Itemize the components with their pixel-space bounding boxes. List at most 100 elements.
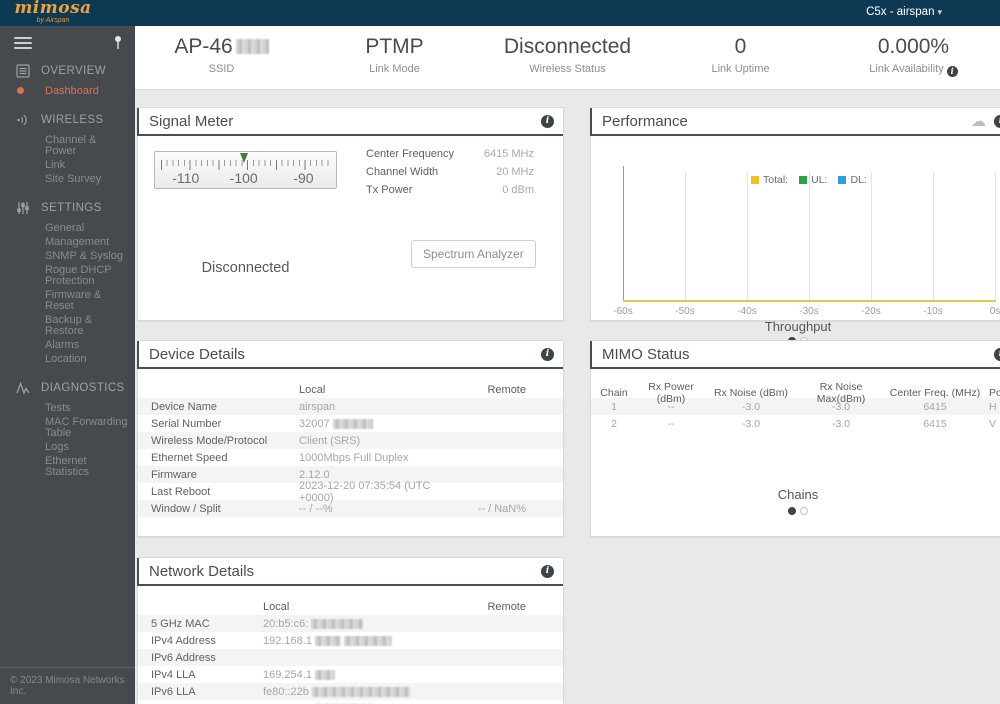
sidebar-footer-divider: [0, 667, 135, 668]
table-row: Last Reboot 2023-12-20 07:35:54 (UTC +00…: [151, 479, 431, 504]
link-availability-label: Link Availability: [869, 63, 944, 75]
table-row: mDNS Address device-46: [138, 700, 563, 704]
logo-text: mimosa: [14, 0, 92, 18]
table-row: Serial Number 32007: [138, 415, 563, 432]
table-row: IPv6 LLA fe80::22b: [138, 683, 563, 700]
redacted-ipv6-lla: [311, 686, 410, 697]
sidebar-item-rogue-dhcp[interactable]: Rogue DHCP Protection: [0, 263, 135, 288]
table-row: Wireless Mode/Protocol Client (SRS): [138, 432, 563, 449]
sidebar-item-location[interactable]: Location: [0, 352, 135, 366]
table-row: Device Name airspan: [138, 398, 563, 415]
info-icon[interactable]: [994, 114, 1000, 128]
sidebar-item-link[interactable]: Link: [0, 158, 135, 172]
mimo-status-title: MIMO Status: [602, 345, 690, 363]
sidebar-item-logs[interactable]: Logs: [0, 440, 135, 454]
table-row: IPv6 Address: [138, 649, 563, 666]
signal-details: Center Frequency 6415 MHz Channel Width 20…: [366, 148, 534, 202]
table-header-row: Chain Rx Power (dBm) Rx Noise (dBm) Rx N…: [600, 381, 1000, 405]
legend-total-swatch: [751, 176, 759, 184]
sidebar-item-tests[interactable]: Tests: [0, 401, 135, 415]
sidebar-item-channel-power[interactable]: Channel & Power: [0, 133, 135, 158]
network-details-table: Local Remote 5 GHz MAC 20:b5:c6: IPv4 Ad…: [138, 598, 563, 704]
wireless-status-label: Wireless Status: [529, 63, 606, 75]
sidebar-item-firmware-reset[interactable]: Firmware & Reset: [0, 288, 135, 313]
network-details-title: Network Details: [149, 562, 255, 580]
table-row: 5 GHz MAC 20:b5:c6:: [138, 615, 563, 632]
device-details-panel: Device Details Local Remote Device Name …: [137, 340, 564, 537]
sidebar-section-wireless-header[interactable]: WIRELESS: [0, 109, 135, 131]
gauge-tick-label: -100: [229, 170, 258, 186]
detail-value: 6415 MHz: [483, 148, 534, 160]
copyright-text: © 2023 Mimosa Networks Inc.: [10, 675, 125, 697]
chevron-down-icon: ▾: [937, 7, 942, 17]
pulse-icon: [16, 381, 30, 395]
sidebar-item-management[interactable]: Management: [0, 235, 135, 249]
chart-y-axis: [623, 166, 624, 302]
sidebar-item-mac-forwarding[interactable]: MAC Forwarding Table: [0, 415, 135, 440]
sidebar-section-settings-header[interactable]: SETTINGS: [0, 197, 135, 219]
legend-dl-label: DL:: [850, 174, 867, 186]
pin-icon[interactable]: [113, 35, 123, 51]
x-tick: -60s: [613, 306, 633, 317]
mimo-table: Chain Rx Power (dBm) Rx Noise (dBm) Rx N…: [591, 381, 1000, 432]
sidebar-item-ethernet-stats[interactable]: Ethernet Statistics: [0, 454, 135, 479]
local-column-header: Local: [299, 383, 326, 396]
list-icon: [16, 64, 30, 78]
cloud-icon[interactable]: ☁: [971, 114, 986, 129]
sidebar-section-diagnostics: DIAGNOSTICS Tests MAC Forwarding Table L…: [0, 377, 135, 479]
x-tick: -30s: [799, 306, 819, 317]
info-icon[interactable]: [994, 347, 1000, 361]
sidebar-section-label: WIRELESS: [41, 114, 104, 126]
redacted-ipv4: [314, 635, 341, 646]
table-header-row: Local Remote: [138, 598, 563, 615]
info-icon[interactable]: [541, 347, 554, 361]
mimo-status-panel: MIMO Status Chain Rx Power (dBm) Rx Nois…: [590, 340, 1000, 537]
sliders-icon: [17, 202, 29, 214]
legend-dl-swatch: [838, 176, 847, 184]
sidebar-section-wireless: WIRELESS Channel & Power Link Site Surve…: [0, 109, 135, 186]
legend-ul-label: UL:: [811, 174, 828, 186]
sidebar-item-alarms[interactable]: Alarms: [0, 338, 135, 352]
sidebar-top: [0, 26, 135, 60]
info-icon[interactable]: [541, 564, 554, 578]
sidebar-item-site-survey[interactable]: Site Survey: [0, 172, 135, 186]
sidebar-section-label: SETTINGS: [41, 202, 102, 214]
stat-wireless-status: Disconnected Wireless Status: [481, 26, 654, 89]
device-selector[interactable]: C5x - airspan ▾: [866, 6, 942, 18]
table-row: 2 -- -3.0 -3.0 6415 V: [611, 417, 997, 430]
signal-meter-panel: Signal Meter -110 -100 -90 Disconnected …: [137, 107, 564, 321]
redacted-ipv4: [343, 635, 392, 646]
sidebar-section-diagnostics-header[interactable]: DIAGNOSTICS: [0, 377, 135, 399]
logo-subtext: by Airspan: [36, 17, 70, 24]
throughput-chart: Total: UL: DL: -60s -50s -40s -30s -20s …: [591, 136, 1000, 322]
info-icon[interactable]: [541, 114, 554, 128]
total-series-line: [623, 300, 996, 302]
table-row: Window / Split -- / --% -- / NaN%: [138, 500, 563, 517]
sidebar-item-general[interactable]: General: [0, 221, 135, 235]
spectrum-analyzer-button[interactable]: Spectrum Analyzer: [411, 240, 536, 268]
sidebar-section-label: DIAGNOSTICS: [41, 382, 125, 394]
detail-value: 0 dBm: [502, 184, 534, 196]
network-details-panel: Network Details Local Remote 5 GHz MAC 2…: [137, 557, 564, 704]
x-tick: 0s: [989, 306, 1000, 317]
sidebar-item-backup-restore[interactable]: Backup & Restore: [0, 313, 135, 338]
table-header-row: Local Remote: [138, 381, 563, 398]
hamburger-menu-icon[interactable]: [14, 34, 32, 52]
x-tick: -20s: [861, 306, 881, 317]
carousel-dot[interactable]: [800, 507, 808, 515]
connection-status-text: Disconnected: [201, 260, 290, 276]
gauge-tick-label: -110: [172, 170, 200, 186]
info-icon[interactable]: [946, 65, 958, 77]
ssid-value: AP-46: [174, 35, 233, 58]
link-uptime-value: 0: [734, 35, 747, 58]
carousel-dot-active[interactable]: [788, 507, 796, 515]
sidebar-section-overview-header[interactable]: OVERVIEW: [0, 60, 135, 82]
detail-label: Center Frequency: [366, 148, 455, 160]
table-row: Ethernet Speed 1000Mbps Full Duplex: [151, 451, 409, 464]
sidebar-item-snmp-syslog[interactable]: SNMP & Syslog: [0, 249, 135, 263]
main-content: AP-46 SSID PTMP Link Mode Disconnected W…: [135, 26, 1000, 704]
legend-ul-swatch: [799, 176, 808, 184]
app-root: mimosa by Airspan C5x - airspan ▾ OVERVIE…: [0, 0, 1000, 704]
stat-ssid: AP-46 SSID: [135, 26, 308, 89]
sidebar-item-dashboard[interactable]: Dashboard: [0, 84, 135, 98]
